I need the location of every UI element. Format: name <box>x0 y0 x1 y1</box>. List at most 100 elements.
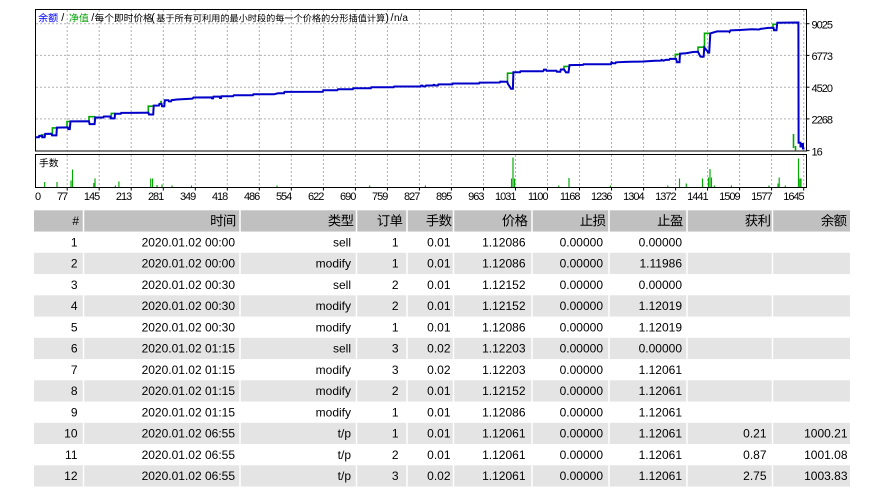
svg-text:2020.01.02 06:55: 2020.01.02 06:55 <box>142 427 236 441</box>
svg-text:0.00000: 0.00000 <box>560 257 604 271</box>
svg-text:0.87: 0.87 <box>743 448 767 462</box>
svg-text:#: # <box>72 214 79 228</box>
svg-text:2: 2 <box>392 384 399 398</box>
svg-text:213: 213 <box>116 191 132 203</box>
svg-text:1.12061: 1.12061 <box>639 448 683 462</box>
svg-text:1236: 1236 <box>591 191 612 203</box>
svg-text:0.00000: 0.00000 <box>560 448 604 462</box>
svg-text:modify: modify <box>316 257 351 271</box>
svg-text:modify: modify <box>316 363 351 377</box>
svg-text:0.01: 0.01 <box>427 299 451 313</box>
svg-text:0.00000: 0.00000 <box>560 236 604 250</box>
svg-text:0.01: 0.01 <box>427 448 451 462</box>
svg-text:895: 895 <box>436 191 452 203</box>
svg-text:0.00000: 0.00000 <box>639 278 683 292</box>
svg-text:2.75: 2.75 <box>743 469 767 483</box>
svg-text:77: 77 <box>57 191 68 203</box>
svg-text:6: 6 <box>71 342 78 356</box>
svg-text:6773: 6773 <box>812 51 833 63</box>
svg-text:0.00000: 0.00000 <box>560 384 604 398</box>
svg-text:0.00000: 0.00000 <box>560 427 604 441</box>
svg-text:2020.01.02 00:30: 2020.01.02 00:30 <box>142 320 236 334</box>
svg-text:1.12152: 1.12152 <box>482 299 526 313</box>
svg-text:sell: sell <box>333 342 351 356</box>
svg-text:1.12086: 1.12086 <box>482 236 526 250</box>
svg-text:349: 349 <box>180 191 196 203</box>
svg-text:10: 10 <box>64 427 78 441</box>
svg-text:4: 4 <box>71 299 78 313</box>
svg-text:0.00000: 0.00000 <box>560 320 604 334</box>
svg-text:281: 281 <box>148 191 164 203</box>
svg-text:2020.01.02 06:55: 2020.01.02 06:55 <box>142 448 236 462</box>
svg-text:1168: 1168 <box>560 191 581 203</box>
svg-text:0.21: 0.21 <box>743 427 767 441</box>
svg-text:0.00000: 0.00000 <box>560 342 604 356</box>
svg-text:145: 145 <box>84 191 100 203</box>
svg-text:0.01: 0.01 <box>427 405 451 419</box>
svg-text:1.12061: 1.12061 <box>482 469 526 483</box>
svg-text:1: 1 <box>392 236 399 250</box>
svg-text:0.00000: 0.00000 <box>560 405 604 419</box>
svg-text:1: 1 <box>71 236 78 250</box>
svg-text:1.12061: 1.12061 <box>482 427 526 441</box>
svg-text:418: 418 <box>212 191 228 203</box>
svg-text:1.12152: 1.12152 <box>482 384 526 398</box>
svg-text:t/p: t/p <box>338 448 352 462</box>
svg-text:2020.01.02 06:55: 2020.01.02 06:55 <box>142 469 236 483</box>
svg-text:3: 3 <box>71 278 78 292</box>
svg-text:690: 690 <box>340 191 356 203</box>
svg-text:sell: sell <box>333 278 351 292</box>
svg-text:1.11986: 1.11986 <box>640 257 683 271</box>
svg-text:1.12019: 1.12019 <box>639 320 683 334</box>
svg-text:0.00000: 0.00000 <box>560 363 604 377</box>
svg-text:622: 622 <box>308 191 324 203</box>
svg-text:1.12061: 1.12061 <box>639 427 683 441</box>
svg-text:963: 963 <box>468 191 484 203</box>
svg-text:3: 3 <box>392 469 399 483</box>
svg-text:1.12086: 1.12086 <box>482 405 526 419</box>
svg-text:1.12086: 1.12086 <box>482 257 526 271</box>
svg-text:0.00000: 0.00000 <box>639 236 683 250</box>
svg-text:2020.01.02 01:15: 2020.01.02 01:15 <box>142 405 236 419</box>
svg-text:t/p: t/p <box>338 427 352 441</box>
svg-text:0.01: 0.01 <box>427 236 451 250</box>
svg-text:759: 759 <box>372 191 388 203</box>
svg-text:sell: sell <box>333 236 351 250</box>
svg-text:1509: 1509 <box>719 191 740 203</box>
svg-text:0.00000: 0.00000 <box>560 299 604 313</box>
svg-text:0.01: 0.01 <box>427 278 451 292</box>
svg-text:modify: modify <box>316 384 351 398</box>
svg-text:t/p: t/p <box>338 469 352 483</box>
svg-text:1.12061: 1.12061 <box>639 469 683 483</box>
svg-text:827: 827 <box>404 191 420 203</box>
svg-text:554: 554 <box>276 191 292 203</box>
svg-text:modify: modify <box>316 405 351 419</box>
svg-text:9: 9 <box>71 405 78 419</box>
svg-text:1.12203: 1.12203 <box>482 363 526 377</box>
svg-text:1304: 1304 <box>623 191 644 203</box>
svg-text:0.00000: 0.00000 <box>560 469 604 483</box>
svg-text:1.12019: 1.12019 <box>639 299 683 313</box>
svg-text:7: 7 <box>71 363 78 377</box>
svg-text:1.12061: 1.12061 <box>639 384 683 398</box>
svg-text:2020.01.02 00:30: 2020.01.02 00:30 <box>142 278 236 292</box>
svg-text:0.01: 0.01 <box>427 320 451 334</box>
svg-text:2: 2 <box>392 278 399 292</box>
svg-text:1372: 1372 <box>655 191 676 203</box>
svg-text:2020.01.02 00:00: 2020.01.02 00:00 <box>142 257 236 271</box>
svg-text:0.01: 0.01 <box>427 257 451 271</box>
svg-text:2268: 2268 <box>812 115 833 127</box>
svg-text:0.02: 0.02 <box>427 469 451 483</box>
svg-text:3: 3 <box>392 363 399 377</box>
svg-text:486: 486 <box>244 191 260 203</box>
svg-text:1031: 1031 <box>495 191 516 203</box>
svg-text:1645: 1645 <box>783 191 804 203</box>
svg-text:2020.01.02 01:15: 2020.01.02 01:15 <box>142 342 236 356</box>
svg-text:5: 5 <box>71 320 78 334</box>
svg-text:(: ( <box>151 12 155 24</box>
svg-text:2020.01.02 00:30: 2020.01.02 00:30 <box>142 299 236 313</box>
svg-text:1: 1 <box>392 427 399 441</box>
svg-text:0.02: 0.02 <box>427 363 451 377</box>
svg-text:2020.01.02 01:15: 2020.01.02 01:15 <box>142 384 236 398</box>
svg-text:0.01: 0.01 <box>427 384 451 398</box>
